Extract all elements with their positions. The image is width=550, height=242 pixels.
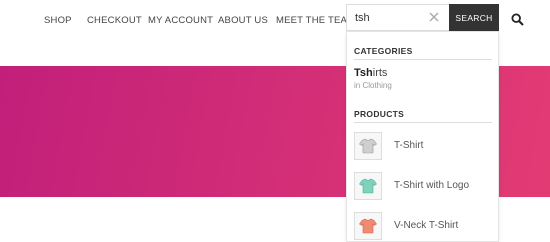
tshirt-icon: [359, 178, 377, 194]
search-button[interactable]: SEARCH: [449, 4, 499, 31]
divider: [354, 122, 492, 123]
products-heading: PRODUCTS: [354, 109, 405, 119]
product-thumbnail: [354, 172, 382, 200]
nav-item-meet-the-team[interactable]: MEET THE TEAM: [276, 15, 355, 26]
product-thumbnail: [354, 132, 382, 160]
product-name: V-Neck T-Shirt: [394, 220, 459, 231]
category-parent: in Clothing: [354, 81, 392, 90]
categories-heading: CATEGORIES: [354, 46, 413, 56]
product-result[interactable]: T-Shirt: [354, 132, 494, 160]
search-results-dropdown: CATEGORIES Tshirts in Clothing PRODUCTS …: [346, 31, 499, 242]
category-result[interactable]: Tshirts in Clothing: [354, 67, 492, 90]
product-thumbnail: [354, 212, 382, 240]
divider: [354, 59, 492, 60]
product-result[interactable]: V-Neck T-Shirt: [354, 212, 494, 240]
nav-item-about-us[interactable]: ABOUT US: [218, 15, 268, 26]
product-result[interactable]: T-Shirt with Logo: [354, 172, 494, 200]
nav-item-my-account[interactable]: MY ACCOUNT: [148, 15, 213, 26]
tshirt-icon: [359, 218, 377, 234]
product-name: T-Shirt: [394, 140, 424, 151]
nav-item-checkout[interactable]: CHECKOUT: [87, 15, 142, 26]
tshirt-icon: [359, 138, 377, 154]
category-rest: irts: [372, 67, 388, 79]
category-name: Tshirts: [354, 67, 492, 79]
search-icon[interactable]: [511, 13, 524, 26]
product-name: T-Shirt with Logo: [394, 180, 470, 191]
category-match: Tsh: [354, 67, 373, 79]
nav-item-shop[interactable]: SHOP: [44, 15, 72, 26]
close-icon[interactable]: [427, 10, 441, 24]
